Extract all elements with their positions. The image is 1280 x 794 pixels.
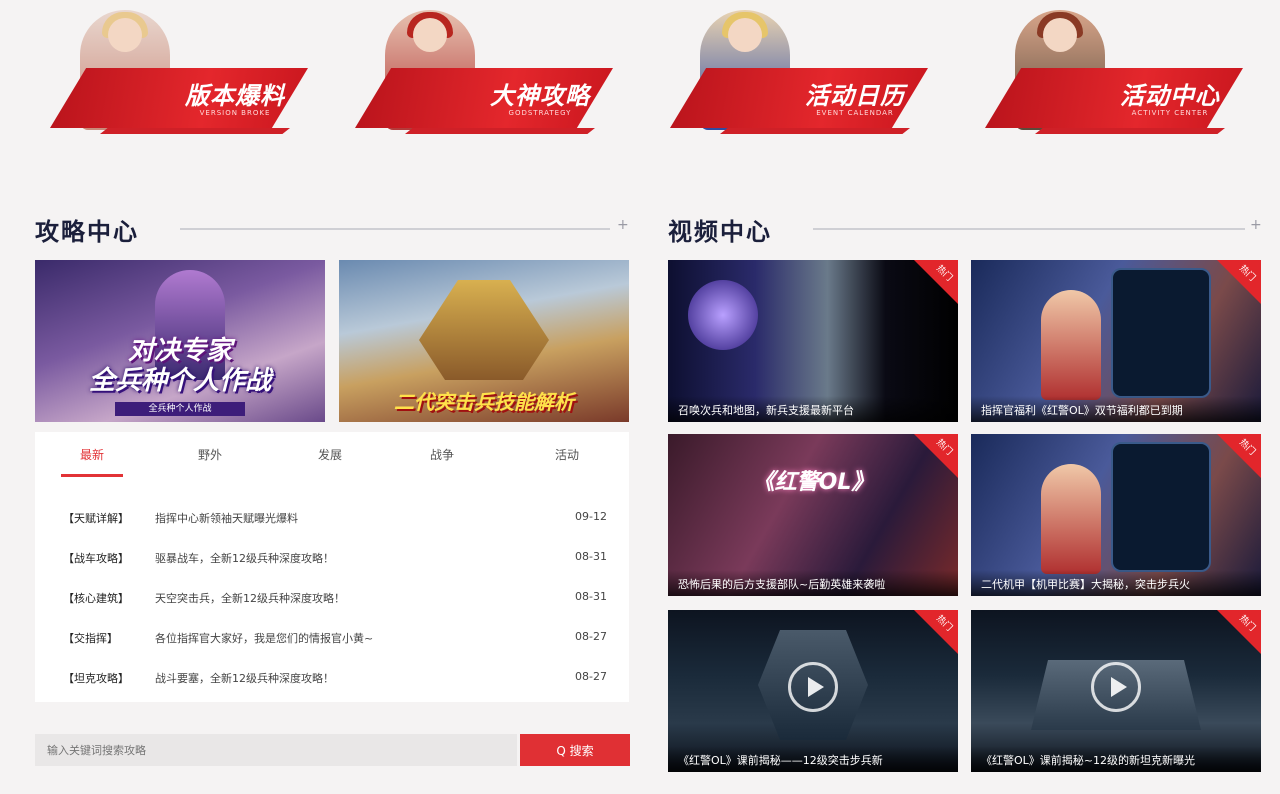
tab-latest[interactable]: 最新 — [47, 446, 137, 477]
divider-line — [180, 228, 610, 230]
play-icon[interactable] — [788, 662, 838, 712]
tab-event[interactable]: 活动 — [522, 446, 612, 463]
guide-search: Q 搜索 — [35, 734, 630, 766]
list-item[interactable]: 【坦克攻略】 战斗要塞，全新12级兵种深度攻略！ 08-27 — [35, 658, 629, 698]
list-item[interactable]: 【天赋详解】 指挥中心新领袖天赋曝光爆料 09-12 — [35, 498, 629, 538]
video-overlay-title: 《红警OL》 — [752, 470, 874, 495]
banner-strategy[interactable]: 大神攻略 GODSTRATEGY — [345, 10, 615, 135]
divider-line — [813, 228, 1245, 230]
banner-title: 活动日历 — [805, 82, 905, 110]
news-category: 【核心建筑】 — [63, 592, 129, 605]
banner-stripe — [405, 128, 595, 134]
news-title[interactable]: 指挥中心新领袖天赋曝光爆料 — [155, 510, 298, 526]
tab-field[interactable]: 野外 — [165, 446, 255, 463]
hot-badge: 热门 — [1217, 434, 1261, 478]
video-card[interactable]: 《红警OL》 热门 恐怖后果的后方支援部队~后勤英雄来袭啦 — [668, 434, 958, 596]
news-title[interactable]: 各位指挥官大家好，我是您们的情报官小黄~ — [155, 630, 373, 646]
list-item[interactable]: 【战车攻略】 驱暴战车，全新12级兵种深度攻略！ 08-31 — [35, 538, 629, 578]
video-caption: 二代机甲【机甲比赛】大揭秘，突击步兵火 — [971, 570, 1261, 596]
banner-subtitle: VERSION BROKE — [199, 109, 271, 117]
hot-badge: 热门 — [1217, 610, 1261, 654]
news-title[interactable]: 战斗要塞，全新12级兵种深度攻略！ — [155, 670, 334, 686]
news-date: 08-31 — [575, 550, 607, 563]
news-category: 【交指挥】 — [63, 632, 118, 645]
video-section-title: 视频中心 — [668, 218, 772, 246]
video-section-header: 视频中心 + — [668, 212, 1262, 248]
news-date: 08-27 — [575, 670, 607, 683]
hot-badge: 热门 — [1217, 260, 1261, 304]
news-date: 08-27 — [575, 630, 607, 643]
banner-title: 版本爆料 — [185, 82, 285, 110]
hot-badge: 热门 — [914, 260, 958, 304]
video-card[interactable]: 热门 召唤次兵和地图，新兵支援最新平台 — [668, 260, 958, 422]
news-date: 09-12 — [575, 510, 607, 523]
video-caption: 《红警OL》课前揭秘——12级突击步兵新 — [668, 746, 958, 772]
tab-war[interactable]: 战争 — [397, 446, 487, 463]
video-caption: 召唤次兵和地图，新兵支援最新平台 — [668, 396, 958, 422]
banner-version-news[interactable]: 版本爆料 VERSION BROKE — [40, 10, 310, 135]
guide-feature-image[interactable]: 对决专家 全兵种个人作战 全兵种个人作战 — [35, 260, 325, 422]
banner-title: 大神攻略 — [490, 82, 590, 110]
video-card[interactable]: 热门 指挥官福利《红警OL》双节福利都已到期 — [971, 260, 1261, 422]
list-item[interactable]: 【核心建筑】 天空突击兵，全新12级兵种深度攻略！ 08-31 — [35, 578, 629, 618]
more-plus-icon[interactable]: + — [617, 217, 629, 233]
news-title[interactable]: 天空突击兵，全新12级兵种深度攻略！ — [155, 590, 345, 606]
video-card[interactable]: 热门 《红警OL》课前揭秘——12级突击步兵新 — [668, 610, 958, 772]
banner-subtitle: EVENT CALENDAR — [816, 109, 894, 117]
guide-image-subheadline: 二代突击兵技能解析 — [394, 390, 574, 414]
news-category: 【战车攻略】 — [63, 552, 129, 565]
guide-image-subheadline: 全兵种个人作战 — [88, 366, 271, 396]
hot-badge: 热门 — [914, 610, 958, 654]
guide-image-bar: 全兵种个人作战 — [115, 402, 245, 416]
more-plus-icon[interactable]: + — [1250, 217, 1262, 233]
video-card[interactable]: 热门 《红警OL》课前揭秘~12级的新坦克新曝光 — [971, 610, 1261, 772]
banner-stripe — [1035, 128, 1225, 134]
guide-feature-image[interactable]: 二代突击兵技能解析 — [339, 260, 629, 422]
guide-tabs: 最新 野外 发展 战争 活动 — [35, 432, 629, 480]
banner-subtitle: ACTIVITY CENTER — [1131, 109, 1209, 117]
tab-develop[interactable]: 发展 — [285, 446, 375, 463]
play-icon[interactable] — [1091, 662, 1141, 712]
video-card[interactable]: 热门 二代机甲【机甲比赛】大揭秘，突击步兵火 — [971, 434, 1261, 596]
banner-stripe — [720, 128, 910, 134]
news-date: 08-31 — [575, 590, 607, 603]
banner-event-calendar[interactable]: 活动日历 EVENT CALENDAR — [660, 10, 930, 135]
video-caption: 《红警OL》课前揭秘~12级的新坦克新曝光 — [971, 746, 1261, 772]
list-item[interactable]: 【交指挥】 各位指挥官大家好，我是您们的情报官小黄~ 08-27 — [35, 618, 629, 658]
guide-section-header: 攻略中心 + — [35, 212, 629, 248]
search-button[interactable]: Q 搜索 — [520, 734, 630, 766]
news-list: 【天赋详解】 指挥中心新领袖天赋曝光爆料 09-12 【战车攻略】 驱暴战车，全… — [35, 480, 629, 702]
banner-subtitle: GODSTRATEGY — [508, 109, 572, 117]
news-category: 【坦克攻略】 — [63, 672, 129, 685]
banner-stripe — [100, 128, 290, 134]
video-caption: 指挥官福利《红警OL》双节福利都已到期 — [971, 396, 1261, 422]
news-title[interactable]: 驱暴战车，全新12级兵种深度攻略！ — [155, 550, 334, 566]
guide-section-title: 攻略中心 — [35, 218, 139, 246]
search-input[interactable] — [35, 734, 517, 766]
banner-activity-center[interactable]: 活动中心 ACTIVITY CENTER — [975, 10, 1245, 135]
banner-title: 活动中心 — [1120, 82, 1220, 110]
video-caption: 恐怖后果的后方支援部队~后勤英雄来袭啦 — [668, 570, 958, 596]
news-category: 【天赋详解】 — [63, 512, 129, 525]
